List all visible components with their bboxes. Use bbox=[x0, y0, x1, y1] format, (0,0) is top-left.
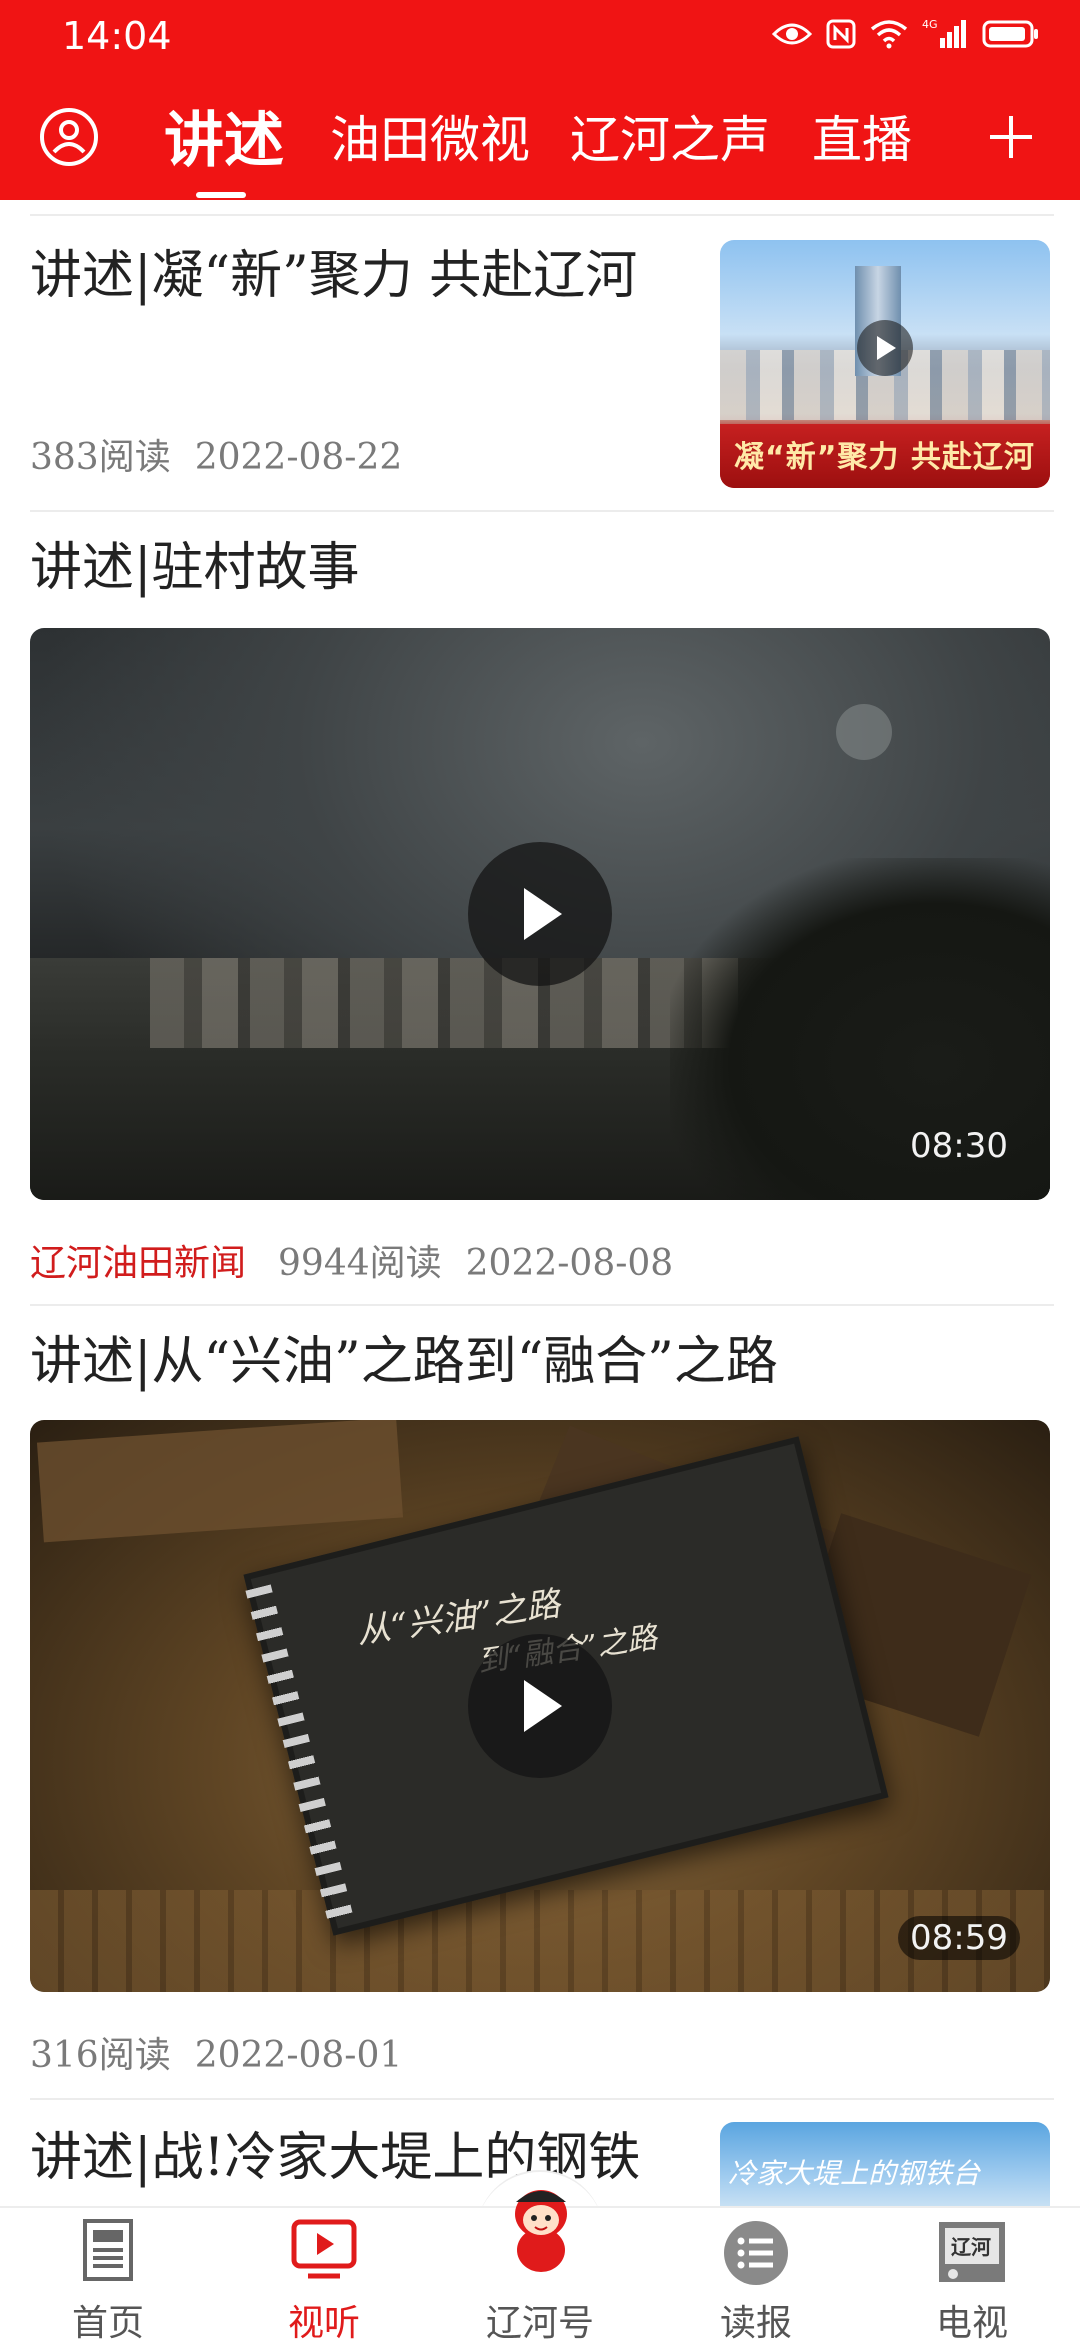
video-scene-moon bbox=[836, 704, 892, 760]
plus-icon[interactable] bbox=[986, 112, 1036, 162]
tab-liaohe-zhisheng[interactable]: 辽河之声 bbox=[570, 100, 770, 172]
video-duration: 08:30 bbox=[910, 1126, 1008, 1166]
bottom-nav-video[interactable]: 视听 bbox=[244, 2218, 404, 2344]
video-title[interactable]: 讲述|驻村故事 bbox=[30, 532, 1030, 604]
status-icons: 4G bbox=[772, 18, 1040, 50]
user-icon[interactable] bbox=[38, 106, 100, 168]
divider bbox=[30, 1304, 1054, 1306]
publish-date: 2022-08-08 bbox=[465, 1243, 674, 1284]
news-thumbnail[interactable]: 冷家大堤上的钢铁台 bbox=[720, 2122, 1050, 2212]
top-tab-bar: 讲述 油田微视 辽河之声 直播 bbox=[0, 92, 1080, 198]
list-icon bbox=[724, 2221, 788, 2285]
video-scene-pattern bbox=[30, 1890, 1050, 1992]
tab-jiangshu[interactable]: 讲述 bbox=[164, 92, 284, 179]
bottom-nav-tv[interactable]: 辽河 电视 bbox=[892, 2218, 1052, 2344]
video-meta: 辽河油田新闻 9944阅读 2022-08-08 bbox=[30, 1234, 673, 1286]
play-video-icon bbox=[291, 2219, 357, 2279]
news-meta: 383阅读 2022-08-22 bbox=[30, 428, 402, 480]
bottom-nav-home[interactable]: 首页 bbox=[28, 2218, 188, 2344]
video-meta: 316阅读 2022-08-01 bbox=[30, 2026, 402, 2078]
play-button-icon[interactable] bbox=[468, 1634, 612, 1778]
bottom-nav-label: 首页 bbox=[71, 2303, 144, 2344]
active-tab-indicator bbox=[196, 192, 246, 198]
publish-date: 2022-08-22 bbox=[194, 437, 403, 478]
read-count: 383阅读 bbox=[30, 437, 171, 478]
mascot-icon[interactable] bbox=[502, 2180, 580, 2280]
news-title[interactable]: 讲述|战!冷家大堤上的钢铁 bbox=[30, 2122, 710, 2194]
news-source[interactable]: 辽河油田新闻 bbox=[30, 1243, 246, 1284]
tab-youtian-weishi[interactable]: 油田微视 bbox=[330, 100, 530, 172]
news-title[interactable]: 讲述|凝“新”聚力 共赴辽河 bbox=[30, 240, 690, 312]
signal-icon: 4G bbox=[922, 18, 966, 48]
tv-icon: 辽河 bbox=[939, 2222, 1005, 2282]
thumbnail-caption: 凝“新”聚力 共赴辽河 bbox=[734, 440, 1035, 475]
app-header: 14:04 4G 讲述 油田微视 辽河之声 直播 bbox=[0, 0, 1080, 200]
divider bbox=[30, 510, 1054, 512]
video-scene-town bbox=[150, 958, 750, 1048]
eye-icon bbox=[772, 23, 812, 45]
tab-zhibo[interactable]: 直播 bbox=[812, 100, 912, 172]
wifi-icon bbox=[870, 20, 908, 49]
read-count: 316阅读 bbox=[30, 2035, 171, 2076]
bottom-nav-label: 视听 bbox=[287, 2303, 360, 2344]
notebook-rings bbox=[245, 1584, 353, 1921]
battery-icon bbox=[982, 20, 1038, 48]
video-player[interactable]: 08:30 bbox=[30, 628, 1050, 1200]
newspaper-icon bbox=[83, 2219, 133, 2281]
nfc-icon bbox=[826, 19, 856, 49]
video-title[interactable]: 讲述|从“兴油”之路到“融合”之路 bbox=[30, 1326, 1030, 1398]
play-button-icon[interactable] bbox=[468, 842, 612, 986]
news-thumbnail[interactable]: 凝“新”聚力 共赴辽河 bbox=[720, 240, 1050, 488]
video-duration: 08:59 bbox=[898, 1916, 1020, 1960]
read-count: 9944阅读 bbox=[278, 1243, 442, 1284]
video-player[interactable]: 从“兴油”之路 到“融合”之路 08:59 bbox=[30, 1420, 1050, 1992]
divider bbox=[30, 2098, 1054, 2100]
bottom-nav-label: 辽河号 bbox=[485, 2303, 594, 2344]
svg-text:辽河: 辽河 bbox=[951, 2235, 991, 2259]
status-time: 14:04 bbox=[62, 14, 172, 58]
network-label: 4G bbox=[922, 18, 938, 31]
status-bar: 14:04 4G bbox=[0, 0, 1080, 80]
play-icon[interactable] bbox=[857, 320, 913, 376]
thumbnail-caption: 冷家大堤上的钢铁台 bbox=[728, 2157, 981, 2190]
bottom-nav-readpaper[interactable]: 读报 bbox=[676, 2218, 836, 2344]
bottom-nav-label: 读报 bbox=[719, 2303, 792, 2344]
bottom-nav-label: 电视 bbox=[935, 2303, 1008, 2344]
divider bbox=[30, 214, 1054, 216]
publish-date: 2022-08-01 bbox=[194, 2035, 403, 2076]
video-scene-book bbox=[36, 1420, 404, 1543]
